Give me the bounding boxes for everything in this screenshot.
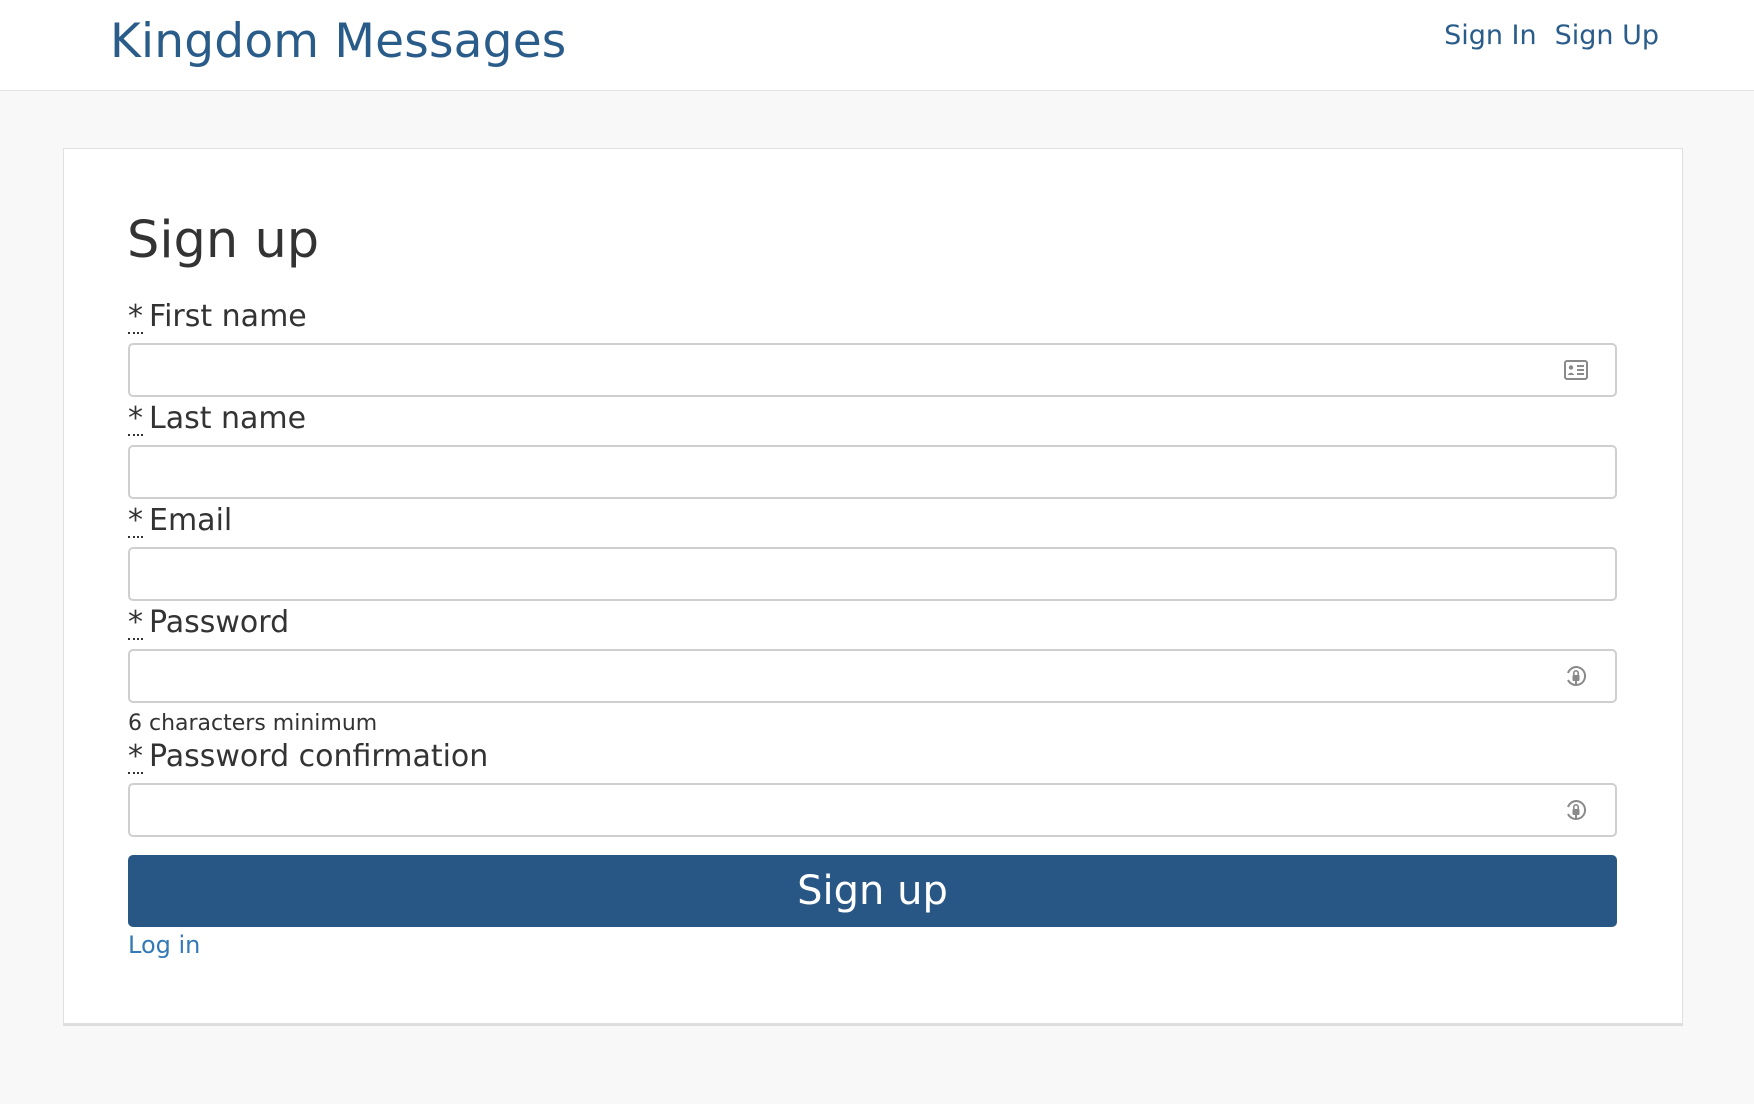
log-in-link[interactable]: Log in [128, 931, 200, 959]
email-field: * Email [128, 501, 1617, 601]
sign-in-link[interactable]: Sign In [1444, 20, 1537, 51]
top-navbar: Kingdom Messages Sign In Sign Up [0, 0, 1754, 91]
contact-card-icon[interactable] [1563, 357, 1589, 383]
password-manager-icon[interactable] [1563, 663, 1589, 689]
required-marker: * [128, 605, 143, 640]
email-label: * Email [128, 501, 1617, 541]
brand-link[interactable]: Kingdom Messages [110, 14, 567, 69]
required-marker: * [128, 739, 143, 774]
password-confirmation-input[interactable] [128, 783, 1617, 837]
first-name-field: * First name [128, 297, 1617, 397]
password-hint: 6 characters minimum [128, 711, 378, 736]
last-name-label-text: Last name [149, 401, 307, 436]
first-name-label-text: First name [149, 299, 307, 334]
page-title: Sign up [127, 211, 320, 270]
email-input[interactable] [128, 547, 1617, 601]
password-label-text: Password [149, 605, 290, 640]
last-name-field: * Last name [128, 399, 1617, 499]
sign-up-button[interactable]: Sign up [128, 855, 1617, 927]
required-marker: * [128, 299, 143, 334]
first-name-label: * First name [128, 297, 1617, 337]
required-marker: * [128, 401, 143, 436]
password-manager-icon[interactable] [1563, 797, 1589, 823]
password-confirmation-label-text: Password confirmation [149, 739, 489, 774]
signup-card: Sign up * First name * Last name * Email… [63, 148, 1683, 1024]
last-name-input[interactable] [128, 445, 1617, 499]
last-name-label: * Last name [128, 399, 1617, 439]
password-confirmation-field: * Password confirmation [128, 737, 1617, 837]
first-name-input[interactable] [128, 343, 1617, 397]
password-confirmation-label: * Password confirmation [128, 737, 1617, 777]
password-label: * Password [128, 603, 1617, 643]
password-field: * Password 6 characters minimum [128, 603, 1617, 739]
email-label-text: Email [149, 503, 233, 538]
sign-up-link[interactable]: Sign Up [1555, 20, 1659, 51]
nav-links: Sign In Sign Up [1444, 20, 1659, 51]
password-input[interactable] [128, 649, 1617, 703]
required-marker: * [128, 503, 143, 538]
